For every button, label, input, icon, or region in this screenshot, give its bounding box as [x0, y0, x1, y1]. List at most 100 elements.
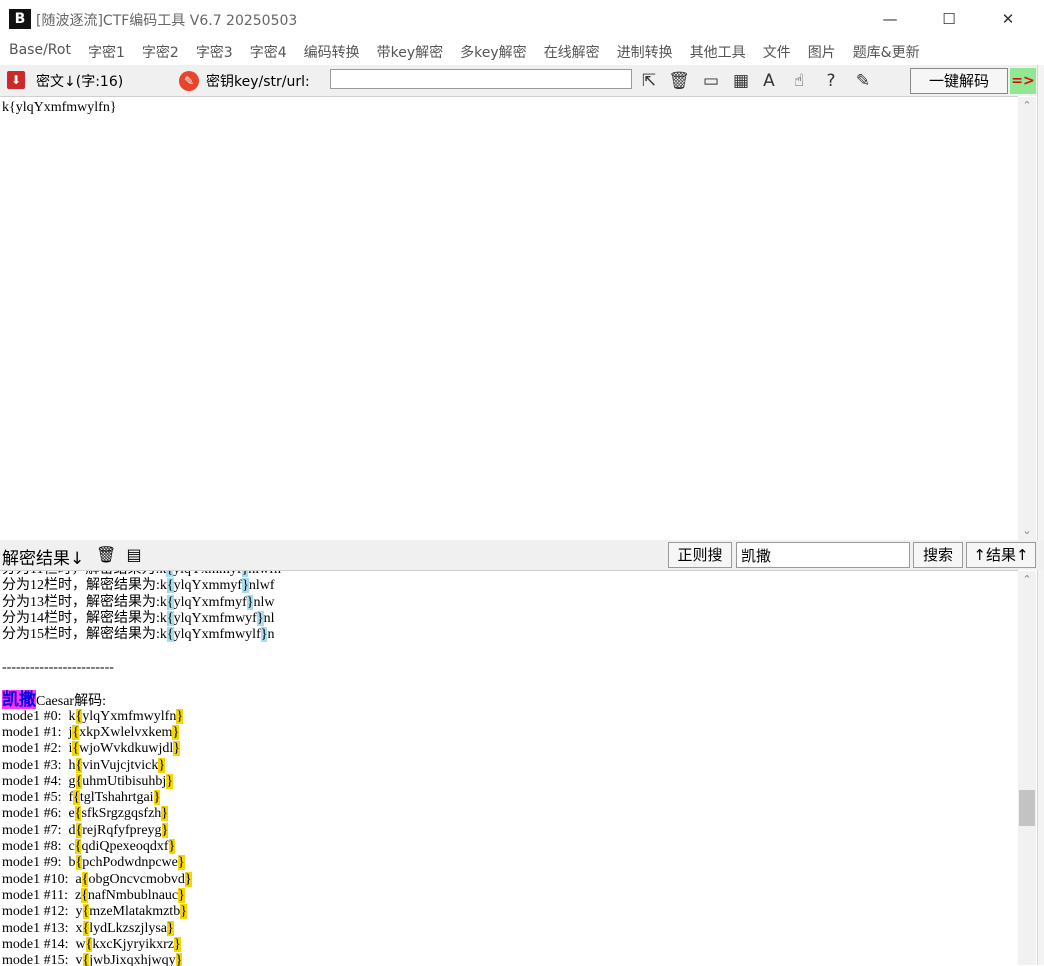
search-input[interactable]: 凯撒	[736, 542, 910, 568]
copy-result-icon[interactable]: ▤	[124, 545, 144, 565]
close-brace: }	[184, 871, 192, 887]
caesar-result-line: mode1 #4: g{uhmUtibisuhbj}	[2, 773, 281, 790]
caesar-result-line: mode1 #2: i{wjoWvkdkuwjdl}	[2, 741, 281, 757]
line-prefix: 分为12栏时，解密结果为:k	[2, 578, 167, 594]
rail-result-line: 分为13栏时，解密结果为:k{ylqYxmfmyf}nlw	[2, 594, 281, 611]
rail-result-line: 分为14栏时，解密结果为:k{ylqYxmfmwyf}nl	[2, 610, 281, 627]
caesar-header: 凯撒Caesar解码:	[2, 690, 281, 710]
window-title: [随波逐流]CTF编码工具 V6.7 20250503	[36, 13, 298, 29]
open-brace: {	[73, 790, 80, 806]
caesar-result-line: mode1 #10: a{obgOncvcmobvd}	[2, 871, 281, 888]
one-click-decode-button[interactable]: 一键解码	[910, 68, 1008, 94]
result-lines: 分为11栏时，解密结果为:k{ylqYxmmyf}nlwfn分为12栏时，解密结…	[2, 571, 281, 966]
toolbar: ⬇ 密文↓(字:16) ✎ 密钥key/str/url: ⇱ 🗑 ▭ ▦ A ☝…	[0, 65, 1044, 96]
line-inner: qdiQpexeoqdxf	[81, 839, 169, 855]
caesar-title: Caesar解码:	[36, 694, 106, 710]
line-inner: obgOncvcmobvd	[88, 871, 185, 887]
menu-item[interactable]: 多key解密	[460, 38, 527, 62]
scroll-down-icon[interactable]: ⌄	[1018, 522, 1036, 540]
close-button[interactable]: ✕	[980, 4, 1036, 34]
line-prefix: mode1 #4: g	[2, 773, 76, 789]
search-button[interactable]: 搜索	[913, 542, 963, 568]
close-brace: }	[177, 855, 185, 871]
input-scrollbar[interactable]: ⌃ ⌄	[1018, 97, 1036, 540]
key-label: 密钥key/str/url:	[206, 74, 310, 90]
caesar-result-line: mode1 #12: y{mzeMlatakmztb}	[2, 904, 281, 920]
menu-item[interactable]: 进制转换	[617, 38, 673, 62]
help-icon[interactable]: ?	[820, 70, 842, 92]
result-bar: 解密结果↓ 🗑 ▤ 正则搜 凯撒 搜索 ↑结果↑	[0, 540, 1044, 570]
menu-item[interactable]: 编码转换	[304, 38, 360, 62]
line-inner: nafNmbublnauc	[87, 887, 179, 903]
line-suffix: nlwfn	[248, 571, 281, 577]
menu-item[interactable]: 字密1	[88, 38, 125, 62]
line-prefix: 分为11栏时，解密结果为:k	[2, 571, 166, 577]
cipher-text-area[interactable]: k{ylqYxmfmwylfn}	[0, 96, 1018, 541]
terminal-icon[interactable]: ▭	[700, 70, 722, 92]
cursor-icon[interactable]: ⇱	[638, 70, 660, 92]
open-brace: {	[81, 887, 88, 903]
caesar-result-line: mode1 #5: f{tglTshahrtgai}	[2, 790, 281, 806]
scroll-up-icon[interactable]: ⌃	[1018, 97, 1036, 115]
trash-icon[interactable]: 🗑	[668, 70, 690, 92]
caesar-result-line: mode1 #11: z{nafNmbublnauc}	[2, 887, 281, 904]
menu-item[interactable]: 图片	[808, 38, 836, 62]
regex-search-button[interactable]: 正则搜	[668, 542, 732, 568]
cipher-label: 密文↓(字:16)	[36, 74, 124, 90]
clear-result-icon[interactable]: 🗑	[96, 545, 116, 565]
line-suffix: n	[267, 627, 275, 643]
table-icon[interactable]: ▦	[730, 70, 752, 92]
rail-result-line: 分为15栏时，解密结果为:k{ylqYxmfmwylf}n	[2, 627, 281, 643]
line-inner: pchPodwdnpcwe	[82, 855, 178, 871]
line-inner: ylqYxmfmwylf	[173, 627, 261, 643]
rail-result-line: 分为12栏时，解密结果为:k{ylqYxmmyf}nlwf	[2, 578, 281, 594]
close-brace: }	[158, 757, 166, 773]
line-prefix: mode1 #10: a	[2, 871, 82, 887]
menu-item[interactable]: Base/Rot	[9, 38, 71, 62]
open-brace: {	[166, 627, 174, 643]
caesar-result-line: mode1 #7: d{rejRqfyfpreyg}	[2, 822, 281, 839]
line-suffix: nl	[263, 610, 275, 626]
menu-item[interactable]: 文件	[763, 38, 791, 62]
title-bar: B [随波逐流]CTF编码工具 V6.7 20250503 — ☐ ✕	[0, 0, 1044, 38]
line-suffix: nlw	[253, 594, 275, 610]
close-brace: }	[161, 822, 169, 838]
line-prefix: mode1 #5: f	[2, 790, 74, 806]
menu-item[interactable]: 字密2	[142, 38, 179, 62]
line-prefix: mode1 #0: k	[2, 708, 76, 724]
close-brace: }	[174, 936, 181, 952]
result-scrollbar[interactable]: ⌃	[1018, 571, 1036, 965]
menu-item[interactable]: 字密3	[196, 38, 233, 62]
scroll-thumb[interactable]	[1019, 790, 1035, 826]
line-inner: uhmUtibisuhbj	[82, 773, 167, 789]
edit-icon[interactable]: ✎	[852, 70, 874, 92]
caesar-result-line: mode1 #0: k{ylqYxmfmwylfn}	[2, 708, 281, 725]
menu-item[interactable]: 其他工具	[690, 38, 746, 62]
go-arrow-button[interactable]: =>	[1010, 68, 1036, 94]
key-input[interactable]	[330, 69, 632, 89]
caesar-result-line: mode1 #13: x{lydLkzszjlysa}	[2, 920, 281, 937]
line-prefix: mode1 #3: h	[2, 757, 76, 773]
line-inner: ylqYxmmyf	[173, 571, 241, 577]
menu-item[interactable]: 在线解密	[544, 38, 600, 62]
line-prefix: mode1 #13: x	[2, 920, 83, 936]
close-brace: }	[173, 741, 180, 757]
minimize-button[interactable]: —	[862, 4, 918, 34]
maximize-button[interactable]: ☐	[921, 4, 977, 34]
app-logo: B	[9, 9, 31, 29]
line-inner: sfkSrgzgqsfzh	[81, 806, 162, 822]
menu-item[interactable]: 带key解密	[377, 38, 444, 62]
line-prefix: 分为14栏时，解密结果为:k	[2, 610, 167, 626]
result-jump-button[interactable]: ↑结果↑	[966, 542, 1036, 568]
open-brace: {	[166, 594, 174, 610]
font-icon[interactable]: A	[758, 70, 780, 92]
caesar-result-line: mode1 #9: b{pchPodwdnpcwe}	[2, 855, 281, 871]
scroll-up-icon[interactable]: ⌃	[1018, 571, 1036, 589]
menu-item[interactable]: 题库&更新	[853, 38, 920, 62]
line-prefix: mode1 #12: y	[2, 904, 83, 920]
result-text-area[interactable]: 分为11栏时，解密结果为:k{ylqYxmmyf}nlwfn分为12栏时，解密结…	[0, 570, 1018, 966]
line-inner: mzeMlatakmztb	[89, 904, 181, 920]
menu-item[interactable]: 字密4	[250, 38, 287, 62]
line-prefix: mode1 #9: b	[2, 855, 76, 871]
thumbs-up-icon[interactable]: ☝	[788, 70, 810, 92]
